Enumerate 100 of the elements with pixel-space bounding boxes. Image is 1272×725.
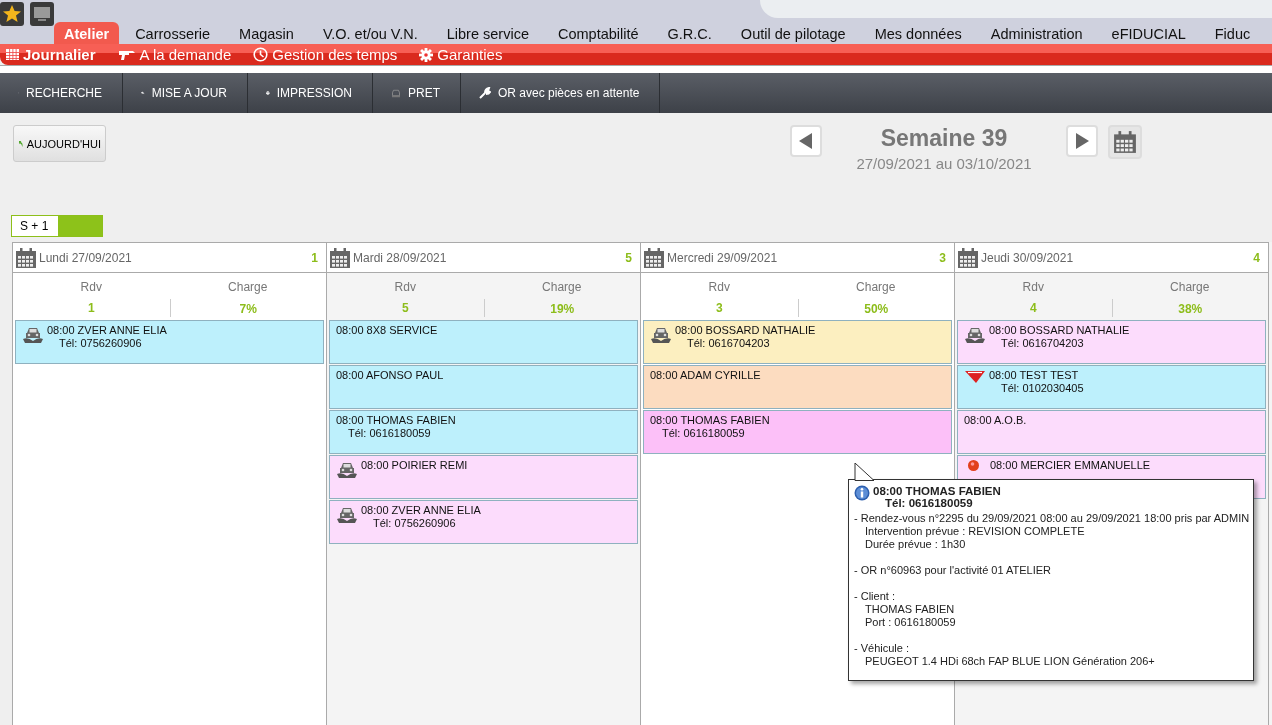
- appointment-card[interactable]: 08:00 BOSSARD NATHALIE Tél: 0616704203: [643, 320, 952, 364]
- stat-value: 50%: [864, 302, 889, 316]
- toolbar-button[interactable]: PRET: [373, 73, 461, 113]
- appointment-title: 08:00 THOMAS FABIEN: [650, 414, 770, 426]
- menu-tab[interactable]: Outil de pilotage: [728, 22, 858, 44]
- next-week-button[interactable]: [1066, 125, 1098, 157]
- toolbar-button[interactable]: MISE A JOUR: [123, 73, 248, 113]
- tooltip-line: Port : 0616180059: [864, 616, 957, 629]
- appointment-title: 08:00 BOSSARD NATHALIE: [989, 324, 1130, 336]
- car-icon: [336, 460, 358, 480]
- stat-label: Charge: [228, 280, 268, 294]
- stat-value: 7%: [239, 302, 257, 316]
- tooltip-line: THOMAS FABIEN: [864, 603, 956, 616]
- info-icon: [854, 485, 870, 501]
- appointment-card[interactable]: 08:00 TEST TEST Tél: 0102030405: [957, 365, 1266, 409]
- car-icon: [964, 325, 986, 345]
- appointment-card[interactable]: 08:00 AFONSO PAUL: [329, 365, 638, 409]
- today-button[interactable]: AUJOURD'HUI: [13, 125, 106, 162]
- menu-tab[interactable]: Comptabilité: [545, 22, 651, 44]
- tooltip-line: - Rendez-vous n°2295 du 29/09/2021 08:00 au 29/09/2021 18:00 pris par ADMIN: [854, 512, 1247, 525]
- menu-tab[interactable]: Fiduc: [1202, 22, 1263, 44]
- toolbar-button[interactable]: IMPRESSION: [248, 73, 373, 113]
- stat-value: 5: [401, 301, 409, 315]
- tooltip-line: - OR n°60963 pour l'activité 01 ATELIER: [854, 564, 1053, 577]
- status-dot-icon: [968, 460, 979, 471]
- menu-tab[interactable]: G.R.C.: [655, 22, 724, 44]
- sub-tab[interactable]: A la demande: [117, 46, 242, 63]
- wrench-icon: [479, 87, 491, 99]
- menu-tab[interactable]: Mes données: [862, 22, 974, 44]
- appointment-title: 08:00 A.O.B.: [964, 414, 1027, 426]
- appointment-card[interactable]: 08:00 POIRIER REMI: [329, 455, 638, 499]
- appointment-phone: Tél: 0616704203: [686, 337, 771, 349]
- printer-icon: [266, 88, 270, 98]
- week-offset-indicator: S + 1: [11, 215, 103, 237]
- appointment-title: 08:00 AFONSO PAUL: [336, 369, 444, 381]
- left-triangle-icon: [799, 133, 813, 149]
- stat-label: Charge: [856, 280, 896, 294]
- appointment-phone: Tél: 0616180059: [661, 427, 746, 439]
- grid-icon: [6, 49, 19, 60]
- stat-value: 4: [1029, 301, 1037, 315]
- calendar-icon: [643, 246, 665, 269]
- toolbar-button[interactable]: OR avec pièces en attente: [461, 73, 661, 113]
- appointment-title: 08:00 TEST TEST: [989, 369, 1080, 381]
- appointment-title: 08:00 MERCIER EMMANUELLE: [990, 459, 1151, 471]
- tooltip-line: PEUGEOT 1.4 HDi 68ch FAP BLUE LION Génération 206+: [864, 655, 1156, 668]
- drill-icon: [117, 48, 136, 61]
- day-count: 4: [1253, 250, 1260, 265]
- calendar-icon: [15, 246, 37, 269]
- sub-tab[interactable]: Gestion des temps: [253, 46, 408, 63]
- menu-tab[interactable]: Magasin: [227, 22, 306, 44]
- calendar-icon: [1113, 130, 1137, 154]
- appointment-card[interactable]: 08:00 THOMAS FABIEN Tél: 0616180059: [643, 410, 952, 454]
- tooltip-line: Intervention prévue : REVISION COMPLETE: [864, 525, 1086, 538]
- appointment-phone: Tél: 0102030405: [1000, 382, 1084, 394]
- car-icon: [22, 325, 44, 345]
- appointment-card[interactable]: 08:00 ZVER ANNE ELIA Tél: 0756260906: [329, 500, 638, 544]
- appointment-phone: Tél: 0616180059: [347, 427, 432, 439]
- day-count: 5: [625, 250, 632, 265]
- stat-value: 38%: [1178, 302, 1203, 316]
- appointment-card[interactable]: 08:00 A.O.B.: [957, 410, 1266, 454]
- car-icon: [650, 325, 672, 345]
- appointment-card[interactable]: 08:00 ZVER ANNE ELIA Tél: 0756260906: [15, 320, 324, 364]
- stat-value: 3: [715, 301, 723, 315]
- toolbar-button[interactable]: RECHERCHE: [0, 73, 123, 113]
- stat-label: Charge: [1170, 280, 1210, 294]
- tooltip-phone: Tél: 0616180059: [884, 497, 974, 509]
- appointment-title: 08:00 BOSSARD NATHALIE: [675, 324, 816, 336]
- menu-tab[interactable]: Carrosserie: [123, 22, 223, 44]
- appointment-title: 08:00 ADAM CYRILLE: [650, 369, 761, 381]
- day-count: 1: [311, 250, 318, 265]
- appointment-card[interactable]: 08:00 ADAM CYRILLE: [643, 365, 952, 409]
- appointment-phone: Tél: 0756260906: [372, 517, 457, 529]
- menu-tab[interactable]: Administration: [978, 22, 1095, 44]
- stat-value: 1: [87, 301, 95, 315]
- appointment-title: 08:00 POIRIER REMI: [361, 459, 468, 471]
- badge-icon: [964, 370, 986, 384]
- appointment-card[interactable]: 08:00 BOSSARD NATHALIE Tél: 0616704203: [957, 320, 1266, 364]
- week-title: Semaine 39: [880, 125, 1008, 152]
- tooltip-line: - Véhicule :: [854, 642, 911, 655]
- day-date: Mercredi 29/09/2021: [667, 250, 779, 265]
- sub-tab[interactable]: Journalier: [6, 46, 106, 63]
- menu-tab[interactable]: eFIDUCIAL: [1099, 22, 1198, 44]
- appointment-card[interactable]: 08:00 8X8 SERVICE: [329, 320, 638, 364]
- week-range: 27/09/2021 au 03/10/2021: [856, 155, 1032, 172]
- day-date: Jeudi 30/09/2021: [981, 250, 1075, 265]
- stat-label: Rdv: [708, 280, 730, 294]
- day-date: Mardi 28/09/2021: [353, 250, 448, 265]
- calendar-button[interactable]: [1108, 125, 1142, 159]
- tooltip-line: Durée prévue : 1h30: [864, 538, 967, 551]
- sub-tab[interactable]: Garanties: [419, 46, 513, 63]
- previous-week-button[interactable]: [790, 125, 822, 157]
- appointment-card[interactable]: 08:00 THOMAS FABIEN Tél: 0616180059: [329, 410, 638, 454]
- stat-label: Rdv: [80, 280, 102, 294]
- clock-icon: [253, 47, 269, 62]
- gear-icon: [419, 47, 434, 62]
- appointment-title: 08:00 ZVER ANNE ELIA: [361, 504, 481, 516]
- menu-tab[interactable]: V.O. et/ou V.N.: [310, 22, 430, 44]
- monitor-icon[interactable]: [30, 2, 54, 26]
- calendar-icon: [329, 246, 351, 269]
- menu-tab[interactable]: Libre service: [434, 22, 541, 44]
